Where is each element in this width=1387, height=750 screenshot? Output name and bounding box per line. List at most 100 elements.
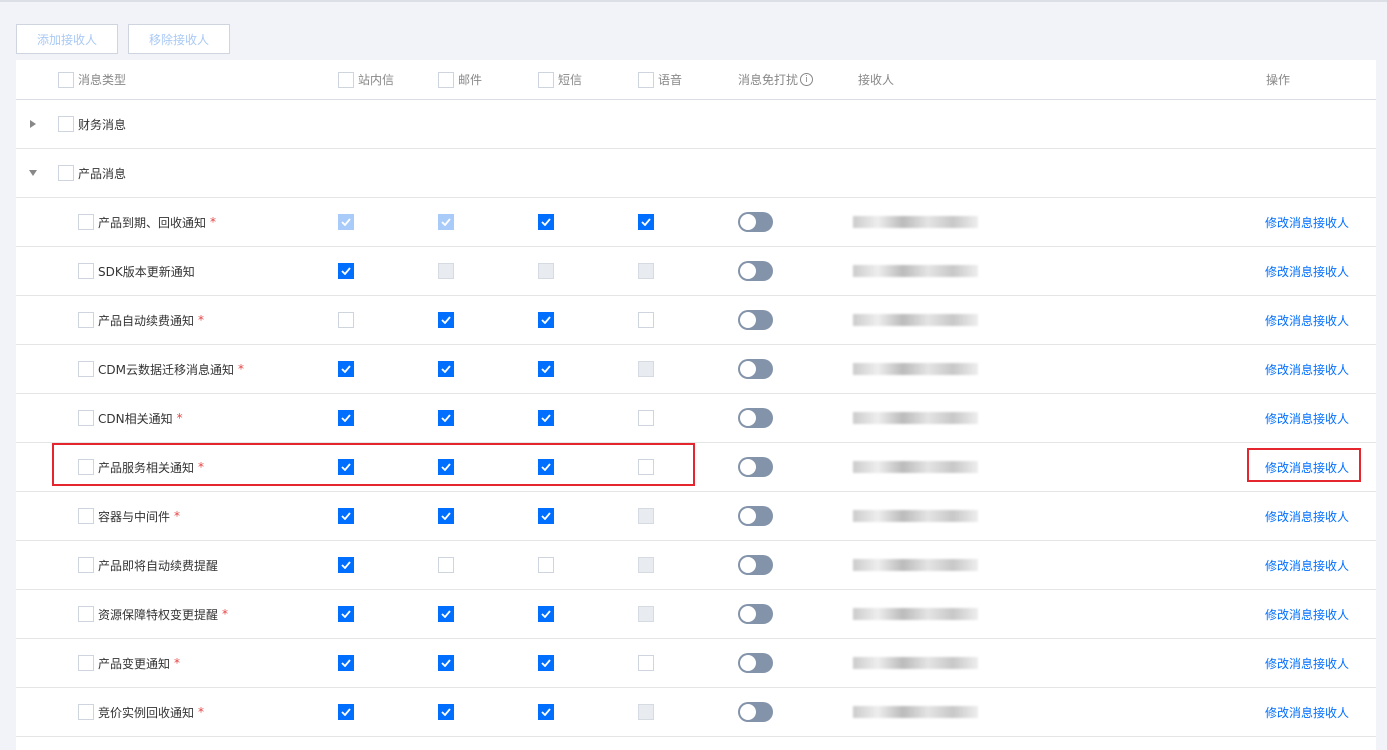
- row-checkbox[interactable]: [78, 312, 94, 328]
- mail-checkbox[interactable]: [438, 361, 454, 377]
- row-checkbox[interactable]: [78, 410, 94, 426]
- voice-checkbox[interactable]: [638, 606, 654, 622]
- sms-checkbox[interactable]: [538, 312, 554, 328]
- message-name: 产品到期、回收通知: [98, 215, 207, 230]
- dnd-toggle[interactable]: [738, 604, 773, 624]
- site-checkbox[interactable]: [338, 606, 354, 622]
- site-checkbox[interactable]: [338, 214, 354, 230]
- add-receiver-button[interactable]: 添加接收人: [16, 24, 118, 54]
- dnd-toggle[interactable]: [738, 212, 773, 232]
- mail-checkbox[interactable]: [438, 263, 454, 279]
- dnd-toggle[interactable]: [738, 359, 773, 379]
- group-label: 产品消息: [78, 166, 127, 181]
- group-checkbox[interactable]: [58, 116, 74, 132]
- mail-checkbox[interactable]: [438, 508, 454, 524]
- dnd-toggle[interactable]: [738, 702, 773, 722]
- message-name: CDN相关通知: [98, 411, 173, 426]
- row-checkbox[interactable]: [78, 655, 94, 671]
- sms-checkbox[interactable]: [538, 606, 554, 622]
- voice-checkbox[interactable]: [638, 410, 654, 426]
- site-checkbox[interactable]: [338, 263, 354, 279]
- row-checkbox[interactable]: [78, 214, 94, 230]
- mail-checkbox[interactable]: [438, 704, 454, 720]
- highlight-box-action: [1247, 448, 1361, 482]
- mail-checkbox[interactable]: [438, 214, 454, 230]
- col-action: 操作: [1266, 73, 1291, 87]
- sms-checkbox[interactable]: [538, 704, 554, 720]
- dnd-toggle[interactable]: [738, 506, 773, 526]
- dnd-toggle[interactable]: [738, 408, 773, 428]
- collapse-arrow-icon[interactable]: [29, 170, 37, 176]
- mail-checkbox[interactable]: [438, 655, 454, 671]
- expand-arrow-icon[interactable]: [30, 120, 36, 128]
- edit-receiver-link[interactable]: 修改消息接收人: [1265, 606, 1349, 623]
- edit-receiver-link[interactable]: 修改消息接收人: [1265, 704, 1349, 721]
- voice-all-checkbox[interactable]: [638, 71, 654, 88]
- site-checkbox[interactable]: [338, 508, 354, 524]
- row-checkbox[interactable]: [78, 606, 94, 622]
- col-sms: 短信: [558, 73, 583, 87]
- edit-receiver-link[interactable]: 修改消息接收人: [1265, 410, 1349, 427]
- mail-checkbox[interactable]: [438, 557, 454, 573]
- group-row-finance[interactable]: 财务消息: [16, 100, 1376, 149]
- required-star: *: [237, 362, 244, 376]
- edit-receiver-link[interactable]: 修改消息接收人: [1265, 263, 1349, 280]
- edit-receiver-link[interactable]: 修改消息接收人: [1265, 508, 1349, 525]
- info-icon[interactable]: i: [800, 73, 814, 86]
- row-checkbox[interactable]: [78, 704, 94, 720]
- voice-checkbox[interactable]: [638, 508, 654, 524]
- sms-checkbox[interactable]: [538, 214, 554, 230]
- voice-checkbox[interactable]: [638, 214, 654, 230]
- required-star: *: [198, 313, 205, 327]
- site-checkbox[interactable]: [338, 312, 354, 328]
- sms-checkbox[interactable]: [538, 508, 554, 524]
- group-checkbox[interactable]: [58, 165, 74, 181]
- edit-receiver-link[interactable]: 修改消息接收人: [1265, 655, 1349, 672]
- group-row-product[interactable]: 产品消息: [16, 149, 1376, 198]
- voice-checkbox[interactable]: [638, 361, 654, 377]
- mail-checkbox[interactable]: [438, 606, 454, 622]
- sms-all-checkbox[interactable]: [538, 71, 554, 88]
- edit-receiver-link[interactable]: 修改消息接收人: [1265, 361, 1349, 378]
- edit-receiver-link[interactable]: 修改消息接收人: [1265, 214, 1349, 231]
- row-checkbox[interactable]: [78, 263, 94, 279]
- edit-receiver-link[interactable]: 修改消息接收人: [1265, 312, 1349, 329]
- edit-receiver-link[interactable]: 修改消息接收人: [1265, 557, 1349, 574]
- site-checkbox[interactable]: [338, 704, 354, 720]
- row-checkbox[interactable]: [78, 508, 94, 524]
- dnd-toggle[interactable]: [738, 653, 773, 673]
- mail-checkbox[interactable]: [438, 312, 454, 328]
- dnd-toggle[interactable]: [738, 555, 773, 575]
- voice-checkbox[interactable]: [638, 312, 654, 328]
- dnd-toggle[interactable]: [738, 457, 773, 477]
- mail-checkbox[interactable]: [438, 410, 454, 426]
- required-star: *: [222, 607, 229, 621]
- site-checkbox[interactable]: [338, 557, 354, 573]
- voice-checkbox[interactable]: [638, 704, 654, 720]
- row-checkbox[interactable]: [78, 557, 94, 573]
- site-checkbox[interactable]: [338, 410, 354, 426]
- site-all-checkbox[interactable]: [338, 71, 354, 88]
- voice-checkbox[interactable]: [638, 655, 654, 671]
- row-checkbox[interactable]: [78, 361, 94, 377]
- select-all-checkbox[interactable]: [58, 71, 74, 88]
- site-checkbox[interactable]: [338, 655, 354, 671]
- sms-checkbox[interactable]: [538, 361, 554, 377]
- sms-checkbox[interactable]: [538, 263, 554, 279]
- voice-checkbox[interactable]: [638, 263, 654, 279]
- remove-receiver-button[interactable]: 移除接收人: [128, 24, 230, 54]
- sms-checkbox[interactable]: [538, 655, 554, 671]
- message-name: 产品变更通知: [98, 656, 171, 671]
- highlight-box-row: [52, 443, 695, 486]
- dnd-toggle[interactable]: [738, 310, 773, 330]
- sms-checkbox[interactable]: [538, 410, 554, 426]
- required-star: *: [176, 411, 183, 425]
- mail-all-checkbox[interactable]: [438, 71, 454, 88]
- table-row: 产品自动续费通知 * 修改消息接收人: [16, 296, 1376, 345]
- col-voice: 语音: [658, 73, 683, 87]
- voice-checkbox[interactable]: [638, 557, 654, 573]
- site-checkbox[interactable]: [338, 361, 354, 377]
- sms-checkbox[interactable]: [538, 557, 554, 573]
- dnd-toggle[interactable]: [738, 261, 773, 281]
- required-star: *: [198, 705, 205, 719]
